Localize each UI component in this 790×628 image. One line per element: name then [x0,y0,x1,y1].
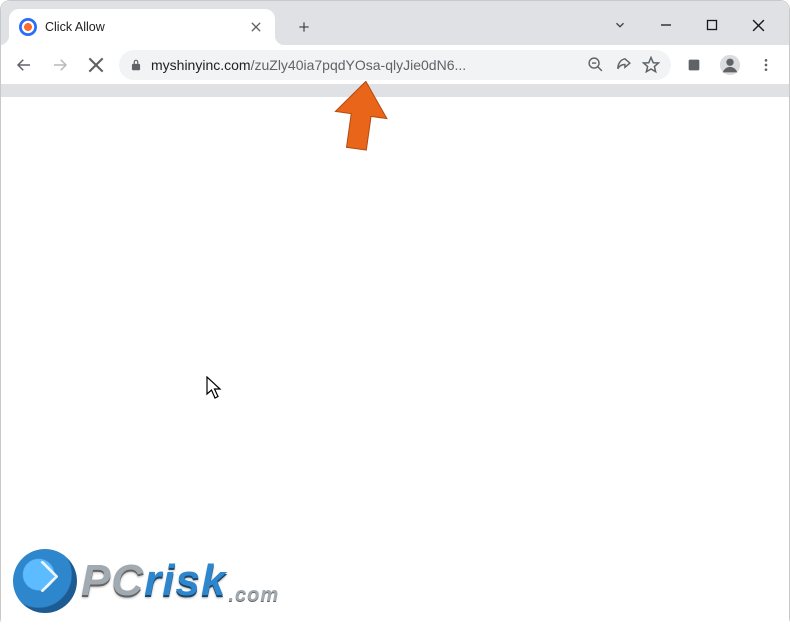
page-content: PCrisk .com [1,97,789,628]
address-bar[interactable]: myshinyinc.com/zuZly40ia7pqdYOsa-qlyJie0… [119,50,671,80]
search-minus-icon [587,56,604,73]
bookmark-button[interactable] [641,56,661,74]
watermark-pc: PC [81,556,144,605]
url-path: /zuZly40ia7pqdYOsa-qlyJie0dN6... [251,57,467,73]
close-icon [251,22,261,32]
maximize-button[interactable] [689,9,735,41]
url-domain: myshinyinc.com [151,57,251,73]
minimize-button[interactable] [643,9,689,41]
close-icon [752,19,765,32]
profile-icon [719,54,741,76]
minimize-icon [660,19,672,31]
plus-icon [297,20,311,34]
profile-button[interactable] [713,48,747,82]
tab-search-dropdown[interactable] [597,9,643,41]
watermark-risk: risk [144,556,226,605]
window-close-button[interactable] [735,9,781,41]
url-text: myshinyinc.com/zuZly40ia7pqdYOsa-qlyJie0… [151,57,577,73]
watermark-tld: .com [228,584,279,613]
maximize-icon [706,19,718,31]
browser-chrome: Click Allow myshinyinc.com/zuZly40ia7pqd… [1,1,789,97]
nav-stop-button[interactable] [79,48,113,82]
nav-forward-button[interactable] [43,48,77,82]
new-tab-button[interactable] [287,10,321,44]
zoom-button[interactable] [585,56,605,73]
star-icon [642,56,660,74]
tab-favicon-icon [19,18,37,36]
pcrisk-logo-icon [13,549,77,613]
pcrisk-watermark: PCrisk .com [13,549,279,613]
toolbar: myshinyinc.com/zuZly40ia7pqdYOsa-qlyJie0… [1,45,789,85]
chevron-down-icon [613,18,627,32]
tab-title: Click Allow [45,20,239,34]
share-icon [615,56,632,73]
lock-icon [129,58,143,72]
arrow-left-icon [15,56,33,74]
active-tab[interactable]: Click Allow [9,9,275,45]
extensions-button[interactable] [677,48,711,82]
window-controls [597,9,781,41]
arrow-right-icon [51,56,69,74]
nav-back-button[interactable] [7,48,41,82]
share-button[interactable] [613,56,633,73]
kebab-menu-icon [758,57,774,73]
tab-close-button[interactable] [247,18,265,36]
watermark-text: PCrisk [81,556,226,606]
stop-x-icon [88,57,104,73]
menu-button[interactable] [749,48,783,82]
extensions-square-icon [686,57,702,73]
